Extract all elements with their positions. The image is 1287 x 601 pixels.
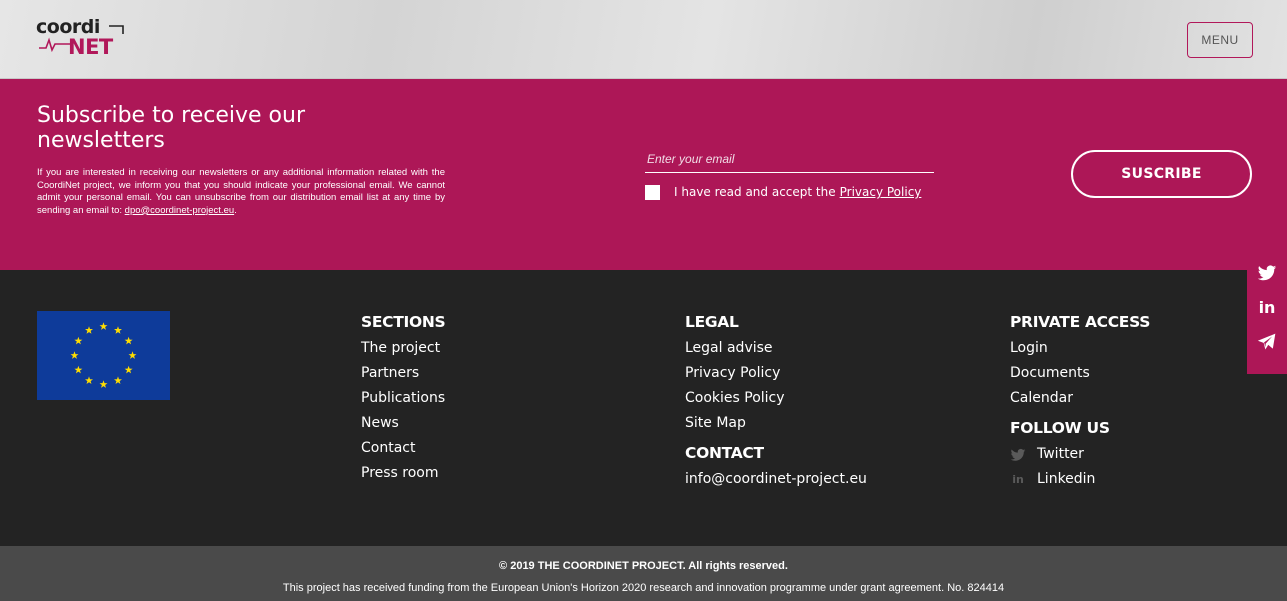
copyright-bar: © 2019 THE COORDINET PROJECT. All rights… <box>0 546 1287 601</box>
site-footer: SECTIONS The project Partners Publicatio… <box>0 270 1287 546</box>
logo-wave-icon <box>39 37 72 52</box>
footer-link-login[interactable]: Login <box>1010 336 1150 361</box>
sections-title: SECTIONS <box>361 313 446 331</box>
footer-link-partners[interactable]: Partners <box>361 361 445 386</box>
footer-link-site-map[interactable]: Site Map <box>685 411 867 436</box>
newsletter-title: Subscribe to receive our newsletters <box>37 103 305 153</box>
footer-link-calendar[interactable]: Calendar <box>1010 386 1150 411</box>
follow-linkedin-label: Linkedin <box>1037 471 1096 487</box>
subscribe-button[interactable]: SUSCRIBE <box>1071 150 1252 198</box>
newsletter-section: Subscribe to receive our newsletters If … <box>0 79 1287 270</box>
privacy-consent: I have read and accept the Privacy Polic… <box>645 184 921 200</box>
eu-flag-icon <box>37 311 170 400</box>
copyright-text: © 2019 THE COORDINET PROJECT. All rights… <box>499 560 788 572</box>
follow-twitter-label: Twitter <box>1037 446 1084 462</box>
newsletter-description-text: If you are interested in receiving our n… <box>37 167 445 216</box>
linkedin-icon[interactable]: in <box>1257 298 1277 318</box>
footer-link-privacy-policy[interactable]: Privacy Policy <box>685 361 867 386</box>
description-period: . <box>234 204 237 216</box>
funding-text: This project has received funding from t… <box>282 582 1005 594</box>
footer-link-publications[interactable]: Publications <box>361 386 445 411</box>
privacy-policy-link[interactable]: Privacy Policy <box>840 185 922 199</box>
contact-email-link[interactable]: info@coordinet-project.eu <box>685 467 867 492</box>
telegram-icon[interactable] <box>1257 332 1277 352</box>
footer-link-contact[interactable]: Contact <box>361 436 445 461</box>
twitter-icon[interactable] <box>1257 263 1277 283</box>
social-sidebar: in <box>1247 255 1287 374</box>
footer-link-press-room[interactable]: Press room <box>361 461 445 486</box>
privacy-checkbox[interactable] <box>645 184 660 200</box>
linkedin-icon: in <box>1012 472 1024 486</box>
follow-twitter-link[interactable]: Twitter <box>1010 442 1150 467</box>
follow-linkedin-link[interactable]: in Linkedin <box>1010 467 1150 492</box>
twitter-icon <box>1010 448 1026 461</box>
logo-text-net: NET <box>68 35 113 59</box>
footer-link-legal-advise[interactable]: Legal advise <box>685 336 867 361</box>
footer-link-cookies-policy[interactable]: Cookies Policy <box>685 386 867 411</box>
footer-link-documents[interactable]: Documents <box>1010 361 1150 386</box>
legal-column: LEGAL Legal advise Privacy Policy Cookie… <box>685 310 867 492</box>
footer-link-news[interactable]: News <box>361 411 445 436</box>
dpo-email-link[interactable]: dpo@coordinet-project.eu <box>125 205 234 216</box>
follow-us-title: FOLLOW US <box>1010 419 1110 437</box>
consent-text: I have read and accept the <box>674 185 836 199</box>
newsletter-description: If you are interested in receiving our n… <box>37 167 445 217</box>
sections-column: SECTIONS The project Partners Publicatio… <box>361 310 446 486</box>
footer-link-the-project[interactable]: The project <box>361 336 445 361</box>
private-access-title: PRIVATE ACCESS <box>1010 313 1151 331</box>
legal-title: LEGAL <box>685 313 739 331</box>
menu-button[interactable]: MENU <box>1187 22 1253 58</box>
email-input[interactable] <box>645 149 934 173</box>
contact-title: CONTACT <box>685 444 764 462</box>
coordinet-logo[interactable]: coordi NET <box>36 16 132 64</box>
site-header: coordi NET MENU <box>0 0 1287 79</box>
private-access-column: PRIVATE ACCESS Login Documents Calendar … <box>1010 310 1150 492</box>
